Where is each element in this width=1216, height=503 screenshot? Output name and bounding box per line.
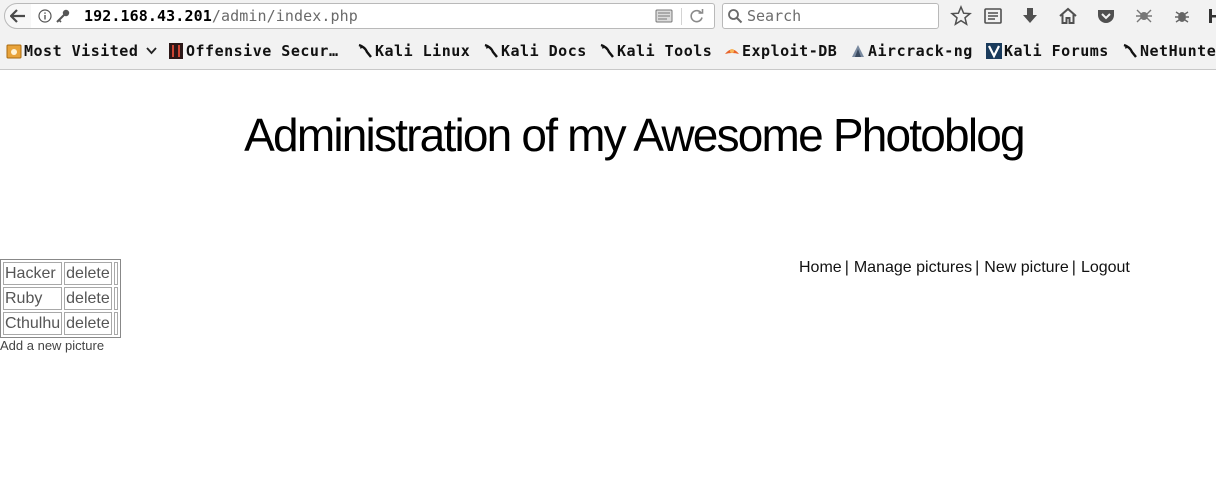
bookmark-label: Kali Linux (375, 42, 471, 60)
bookmark-label: Kali Forums (1004, 42, 1109, 60)
addon-spider-icon[interactable] (1133, 5, 1155, 27)
aircrack-icon (852, 45, 864, 57)
kali-dragon-icon (484, 43, 498, 58)
chevron-down-icon (146, 47, 157, 55)
bookmark-label: Kali Tools (617, 42, 713, 60)
url-path: /admin/index.php (211, 7, 358, 25)
home-icon[interactable] (1057, 5, 1079, 27)
delete-link[interactable]: delete (64, 262, 112, 285)
nav-separator: | (844, 259, 849, 276)
search-placeholder: Search (747, 7, 802, 25)
kali-dragon-icon (1123, 43, 1137, 58)
back-arrow-icon (10, 9, 25, 23)
menu-overflow-icon[interactable] (1206, 5, 1216, 27)
bookmark-label: Most Visited (24, 42, 139, 60)
kali-dragon-icon (600, 43, 614, 58)
url-host: 192.168.43.201 (84, 7, 212, 25)
table-row: Ruby delete (3, 287, 118, 310)
exploit-db-icon (725, 49, 739, 54)
picture-name: Ruby (3, 287, 63, 310)
table-row: Hacker delete (3, 262, 118, 285)
picture-name: Cthulhu (3, 312, 63, 335)
key-icon[interactable] (55, 9, 71, 23)
admin-nav: Home | Manage pictures | New picture | Logout (799, 259, 1130, 277)
info-icon[interactable] (38, 9, 52, 23)
table-cell-edge (113, 262, 118, 285)
back-button[interactable] (4, 3, 32, 29)
nav-separator: | (975, 259, 980, 276)
url-separator (681, 8, 682, 25)
pocket-icon[interactable] (1095, 5, 1117, 27)
nav-manage-pictures-link[interactable]: Manage pictures (854, 259, 972, 276)
bookmarks-toolbar: Most Visited Offensive Secur… Kali Linux… (0, 33, 1216, 70)
search-bar[interactable]: Search (722, 3, 939, 29)
url-text[interactable]: 192.168.43.201/admin/index.php (84, 7, 358, 25)
bookmark-label: Exploit-DB (742, 42, 838, 60)
most-visited-icon (6, 44, 22, 59)
reader-view-icon[interactable] (655, 9, 673, 23)
addon-bug-icon[interactable] (1171, 5, 1193, 27)
add-picture-link[interactable]: Add a new picture (0, 338, 104, 353)
bookmark-star-icon[interactable] (950, 5, 972, 27)
table-cell-edge (113, 287, 118, 310)
bookmarks-menu-icon[interactable] (982, 5, 1004, 27)
bookmark-label: Aircrack-ng (868, 42, 973, 60)
offsec-icon (169, 43, 183, 59)
page-title: Administration of my Awesome Photoblog (244, 109, 1025, 161)
table-row: Cthulhu delete (3, 312, 118, 335)
table-cell-edge (113, 312, 118, 335)
bookmark-label: Offensive Secur… (186, 42, 339, 60)
kali-forums-icon (986, 43, 1002, 59)
nav-logout-link[interactable]: Logout (1081, 259, 1130, 276)
pictures-table: Hacker delete Ruby delete Cthulhu delete (0, 259, 121, 338)
reload-icon[interactable] (688, 8, 706, 25)
picture-name: Hacker (3, 262, 63, 285)
delete-link[interactable]: delete (64, 312, 112, 335)
nav-separator: | (1071, 259, 1076, 276)
nav-home-link[interactable]: Home (799, 259, 842, 276)
search-icon (728, 9, 743, 24)
browser-toolbar: 192.168.43.201/admin/index.php Search (0, 0, 1216, 33)
kali-dragon-icon (358, 43, 372, 58)
downloads-icon[interactable] (1019, 5, 1041, 27)
bookmark-label: Kali Docs (501, 42, 587, 60)
nav-new-picture-link[interactable]: New picture (984, 259, 1068, 276)
url-bar[interactable]: 192.168.43.201/admin/index.php (31, 3, 715, 29)
bookmark-label: NetHunter (1140, 42, 1216, 60)
delete-link[interactable]: delete (64, 287, 112, 310)
